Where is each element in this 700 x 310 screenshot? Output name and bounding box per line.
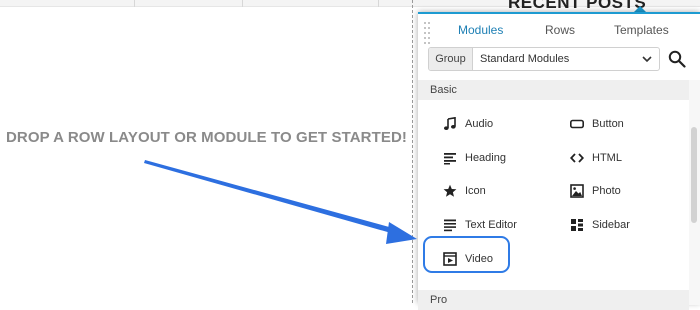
pointer-arrow (144, 160, 417, 244)
